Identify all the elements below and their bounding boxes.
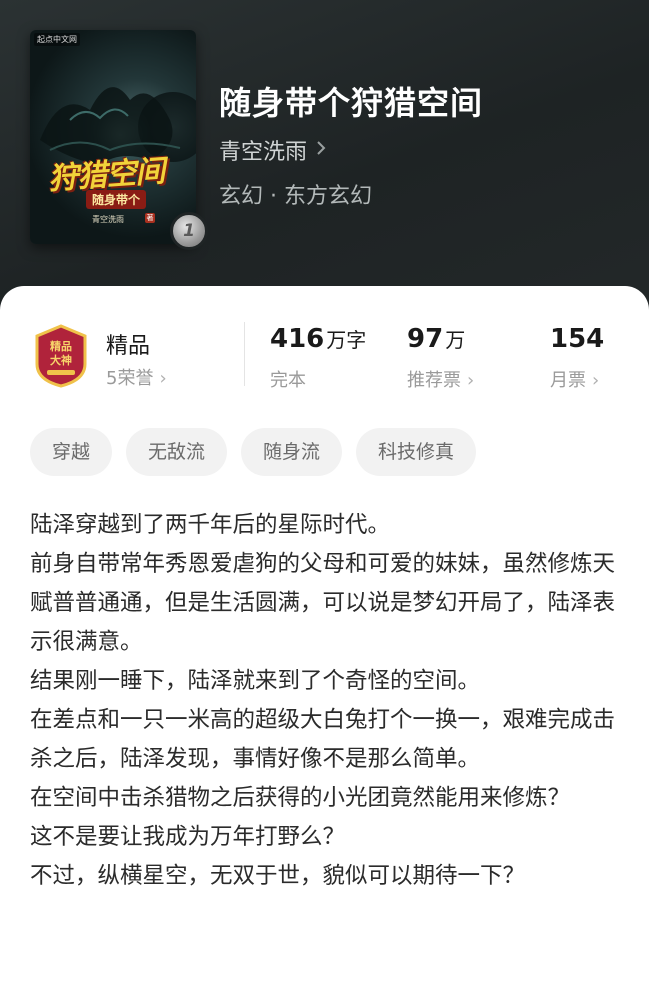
recommend-votes-link[interactable]: 推荐票 › (407, 366, 474, 392)
stats-bar: 精品 大神 精品 5荣誉 › 416 万字 完本 97 万 推荐票 › 154 月票 › (0, 286, 649, 426)
word-count-value: 416 万字 (270, 324, 367, 354)
book-header: 起点中文网 狩猎空间 随身带个 青空洗雨 著 1 随身带个狩猎空间 青空洗雨 玄… (0, 0, 649, 320)
synopsis-paragraph: 在空间中击杀猎物之后获得的小光团竟然能用来修炼？ (30, 785, 571, 811)
recommend-votes-value: 97 万 (407, 324, 466, 354)
synopsis-paragraph: 陆泽穿越到了两千年后的星际时代。 (30, 512, 391, 538)
synopsis-paragraph: 结果刚一睡下，陆泽就来到了个奇怪的空间。 (30, 668, 481, 694)
stats-divider (244, 322, 245, 386)
completion-status: 完本 (270, 370, 306, 391)
cover-publisher-mark: 起点中文网 (34, 33, 80, 46)
book-title: 随身带个狩猎空间 (219, 84, 484, 122)
cover-author-art: 青空洗雨 (92, 215, 124, 224)
tag-chip[interactable]: 穿越 (30, 428, 113, 476)
monthly-votes-link[interactable]: 月票 › (550, 366, 599, 392)
cover-subtitle-art: 随身带个 (86, 190, 147, 209)
rank-badge: 1 (170, 212, 208, 250)
chevron-right-icon (315, 138, 327, 162)
tag-chip[interactable]: 科技修真 (356, 428, 477, 476)
synopsis[interactable]: 陆泽穿越到了两千年后的星际时代。 前身自带常年秀恩爱虐狗的父母和可爱的妹妹，虽然… (30, 506, 622, 896)
book-detail-card: 精品 大神 精品 5荣誉 › 416 万字 完本 97 万 推荐票 › 154 月票 › … (0, 286, 649, 1000)
honors-count: 5荣誉 (106, 368, 154, 389)
synopsis-paragraph: 不过，纵横星空，无双于世，貌似可以期待一下？ (30, 863, 526, 889)
synopsis-paragraph: 这不是要让我成为万年打野么？ (30, 824, 346, 850)
chevron-right-icon: › (159, 368, 167, 389)
chevron-right-icon: › (467, 370, 475, 391)
author-link[interactable]: 青空洗雨 (219, 134, 327, 166)
quality-seal-icon: 精品 大神 (33, 324, 89, 388)
quality-label: 精品 (106, 334, 151, 359)
svg-text:大神: 大神 (50, 353, 72, 367)
tag-chip[interactable]: 无敌流 (126, 428, 228, 476)
synopsis-paragraph: 前身自带常年秀恩爱虐狗的父母和可爱的妹妹，虽然修炼天赋普普通通，但是生活圆满，可… (30, 551, 616, 655)
book-cover[interactable]: 起点中文网 狩猎空间 随身带个 青空洗雨 著 (30, 30, 196, 244)
chevron-right-icon: › (592, 370, 600, 391)
cover-author-seal: 著 (145, 213, 155, 223)
tag-chip[interactable]: 随身流 (241, 428, 343, 476)
genre-label: 玄幻 · 东方玄幻 (219, 184, 372, 209)
synopsis-paragraph: 在差点和一只一米高的超级大白兔打个一换一，艰难完成击杀之后，陆泽发现，事情好像不… (30, 707, 616, 772)
author-name: 青空洗雨 (219, 140, 308, 165)
monthly-votes-value: 154 (550, 324, 605, 354)
tag-list: 穿越 无敌流 随身流 科技修真 (30, 428, 477, 476)
svg-text:精品: 精品 (50, 339, 72, 353)
honors-link[interactable]: 5荣誉 › (106, 364, 167, 390)
